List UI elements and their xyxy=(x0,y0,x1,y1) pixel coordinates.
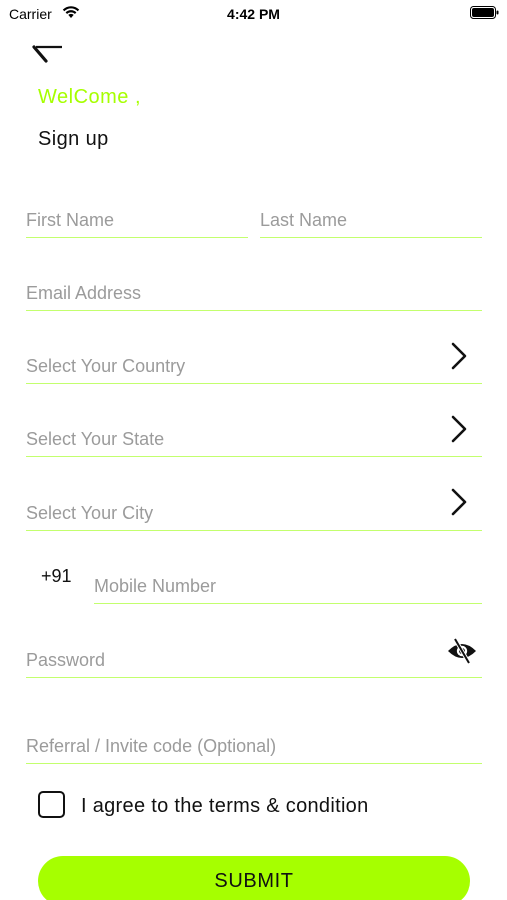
chevron-right-icon[interactable] xyxy=(450,341,468,371)
referral-field-wrap xyxy=(26,729,482,764)
referral-code-input[interactable] xyxy=(26,733,482,759)
first-name-input[interactable] xyxy=(26,207,248,233)
chevron-right-icon[interactable] xyxy=(450,414,468,444)
password-input[interactable] xyxy=(26,647,482,673)
page-title: Sign up xyxy=(38,128,109,150)
first-name-field-wrap xyxy=(26,203,248,238)
mobile-field-wrap xyxy=(94,569,482,604)
terms-label[interactable]: I agree to the terms & condition xyxy=(81,795,369,818)
chevron-right-icon[interactable] xyxy=(450,487,468,517)
country-select[interactable] xyxy=(26,353,482,379)
email-input[interactable] xyxy=(26,280,482,306)
email-field-wrap xyxy=(26,276,482,311)
back-arrow-icon[interactable] xyxy=(26,38,66,68)
status-bar: Carrier 4:42 PM xyxy=(0,0,507,28)
last-name-field-wrap xyxy=(260,203,482,238)
welcome-text: WelCome , xyxy=(38,86,142,108)
state-select[interactable] xyxy=(26,426,482,452)
country-field-wrap[interactable] xyxy=(26,342,482,384)
city-field-wrap[interactable] xyxy=(26,488,482,531)
password-field-wrap xyxy=(26,643,482,678)
status-time: 4:42 PM xyxy=(227,6,280,22)
last-name-input[interactable] xyxy=(260,207,482,233)
country-code-label[interactable]: +91 xyxy=(41,566,72,587)
state-field-wrap[interactable] xyxy=(26,415,482,457)
submit-button[interactable]: SUBMIT xyxy=(38,856,470,900)
signup-screen: Carrier 4:42 PM WelCome , Sign up First … xyxy=(0,0,507,900)
city-select[interactable] xyxy=(26,500,482,526)
terms-checkbox[interactable] xyxy=(38,791,65,818)
eye-slash-icon[interactable] xyxy=(447,636,477,666)
mobile-number-input[interactable] xyxy=(94,573,482,599)
battery-icon xyxy=(470,6,499,19)
